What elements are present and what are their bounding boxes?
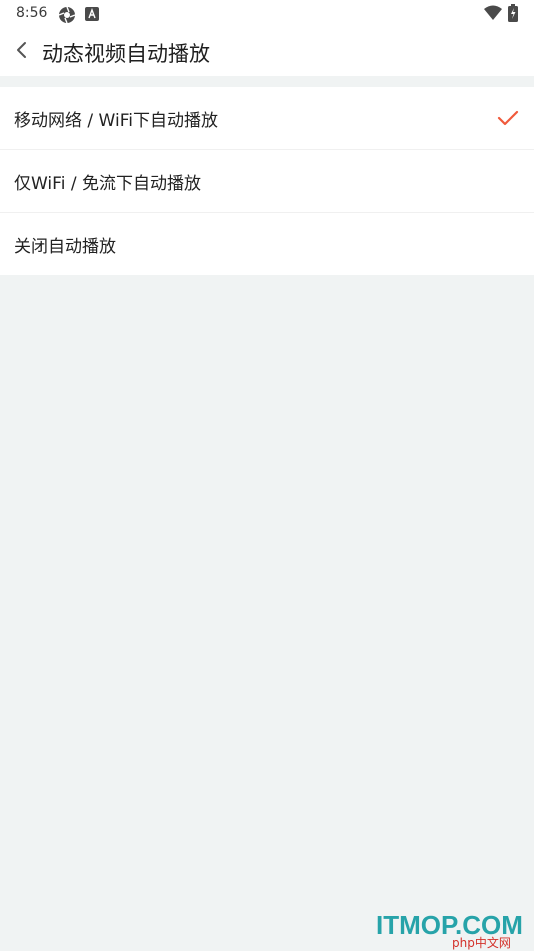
status-bar: 8:56: [0, 0, 534, 28]
aperture-icon: [58, 6, 76, 28]
option-wifi-only[interactable]: 仅WiFi / 免流下自动播放: [0, 150, 534, 213]
option-label: 仅WiFi / 免流下自动播放: [14, 173, 201, 194]
check-icon: [497, 107, 519, 129]
battery-icon: [508, 4, 518, 26]
option-disable-autoplay[interactable]: 关闭自动播放: [0, 213, 534, 275]
a-box-icon: [85, 6, 99, 25]
watermark: ITMOP.COM php中文网: [376, 910, 534, 950]
watermark-sub: php中文网: [452, 936, 511, 950]
app-bar: 动态视频自动播放: [0, 28, 534, 76]
page-title: 动态视频自动播放: [42, 42, 210, 66]
section-divider: [0, 76, 534, 87]
autoplay-options-list: 移动网络 / WiFi下自动播放 仅WiFi / 免流下自动播放 关闭自动播放: [0, 87, 534, 275]
option-label: 移动网络 / WiFi下自动播放: [14, 110, 218, 131]
option-label: 关闭自动播放: [14, 236, 116, 257]
option-mobile-and-wifi[interactable]: 移动网络 / WiFi下自动播放: [0, 87, 534, 150]
status-time: 8:56: [16, 5, 48, 21]
wifi-icon: [484, 5, 502, 25]
back-button[interactable]: [6, 34, 38, 70]
chevron-left-icon: [16, 41, 28, 63]
